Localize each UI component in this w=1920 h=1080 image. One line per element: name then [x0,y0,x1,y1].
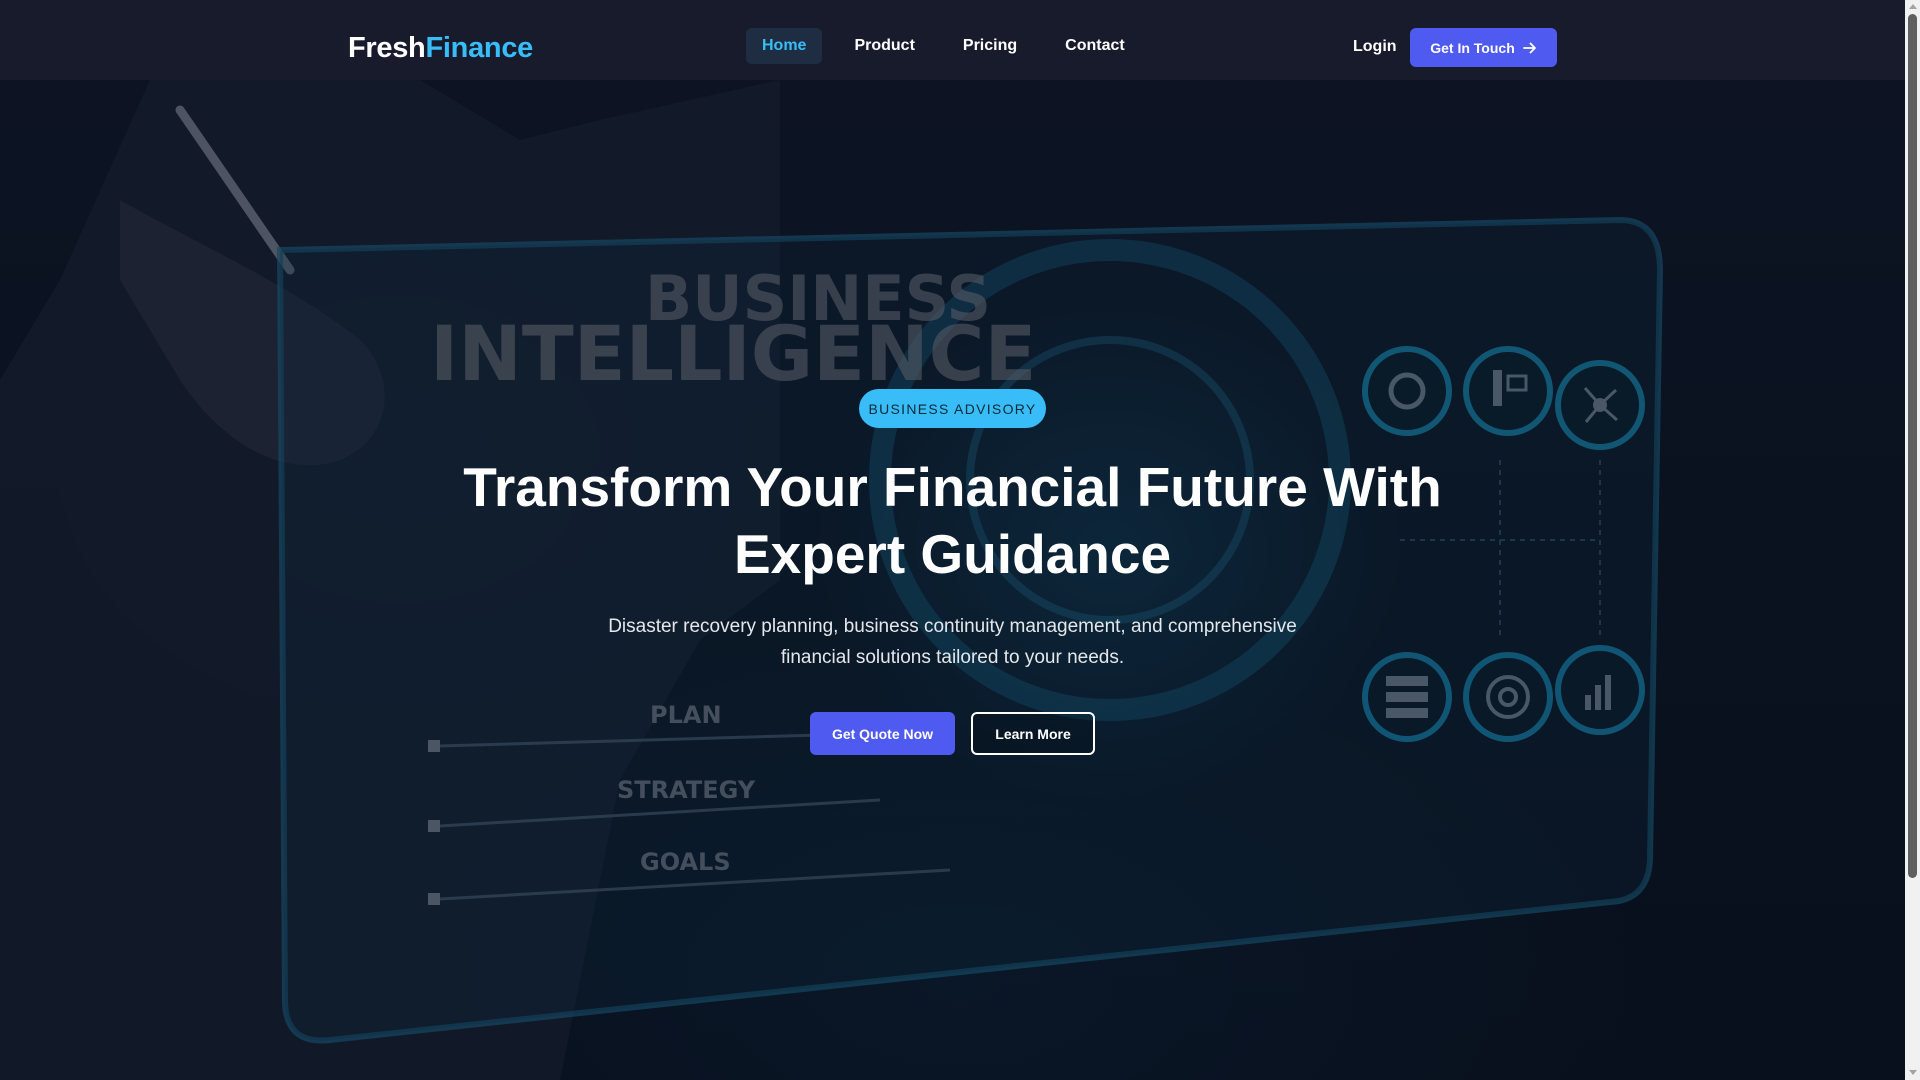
hero-title: Transform Your Financial Future With Exp… [0,454,1905,588]
scrollbar-thumb[interactable] [1908,14,1917,878]
hero-subtitle: Disaster recovery planning, business con… [0,611,1905,673]
vertical-scrollbar[interactable] [1905,0,1920,1080]
get-in-touch-button[interactable]: Get In Touch [1410,28,1557,67]
nav-link-home[interactable]: Home [746,28,823,64]
nav-link-pricing[interactable]: Pricing [947,28,1033,64]
navbar: FreshFinance Home Product Pricing Contac… [0,0,1905,80]
hero-subtitle-line2: financial solutions tailored to your nee… [780,647,1125,668]
page: FreshFinance Home Product Pricing Contac… [0,0,1920,1080]
hero-section: BUSINESS INTELLIGENCE PLAN STRATEGY GOAL… [0,80,1905,1080]
learn-more-button[interactable]: Learn More [971,712,1095,755]
business-advisory-badge: BUSINESS ADVISORY [859,389,1046,428]
get-in-touch-label: Get In Touch [1430,39,1515,56]
login-link[interactable]: Login [1353,38,1397,56]
hero-subtitle-line1: Disaster recovery planning, business con… [608,616,1297,637]
scroll-up-arrow-icon[interactable] [1909,4,1917,9]
get-quote-now-button[interactable]: Get Quote Now [810,712,955,755]
logo[interactable]: FreshFinance [348,30,533,66]
scroll-down-arrow-icon[interactable] [1909,1070,1917,1075]
nav-link-contact[interactable]: Contact [1049,28,1141,64]
hero-title-line2: Expert Guidance [733,523,1172,585]
main-nav: Home Product Pricing Contact [746,28,1157,64]
arrow-right-icon [1522,42,1536,53]
hero-title-line1: Transform Your Financial Future With [463,456,1442,518]
logo-text-finance: Finance [425,32,533,64]
hero-content: BUSINESS ADVISORY Transform Your Financi… [0,80,1905,1080]
logo-text-fresh: Fresh [348,32,426,64]
nav-link-product[interactable]: Product [838,28,930,64]
